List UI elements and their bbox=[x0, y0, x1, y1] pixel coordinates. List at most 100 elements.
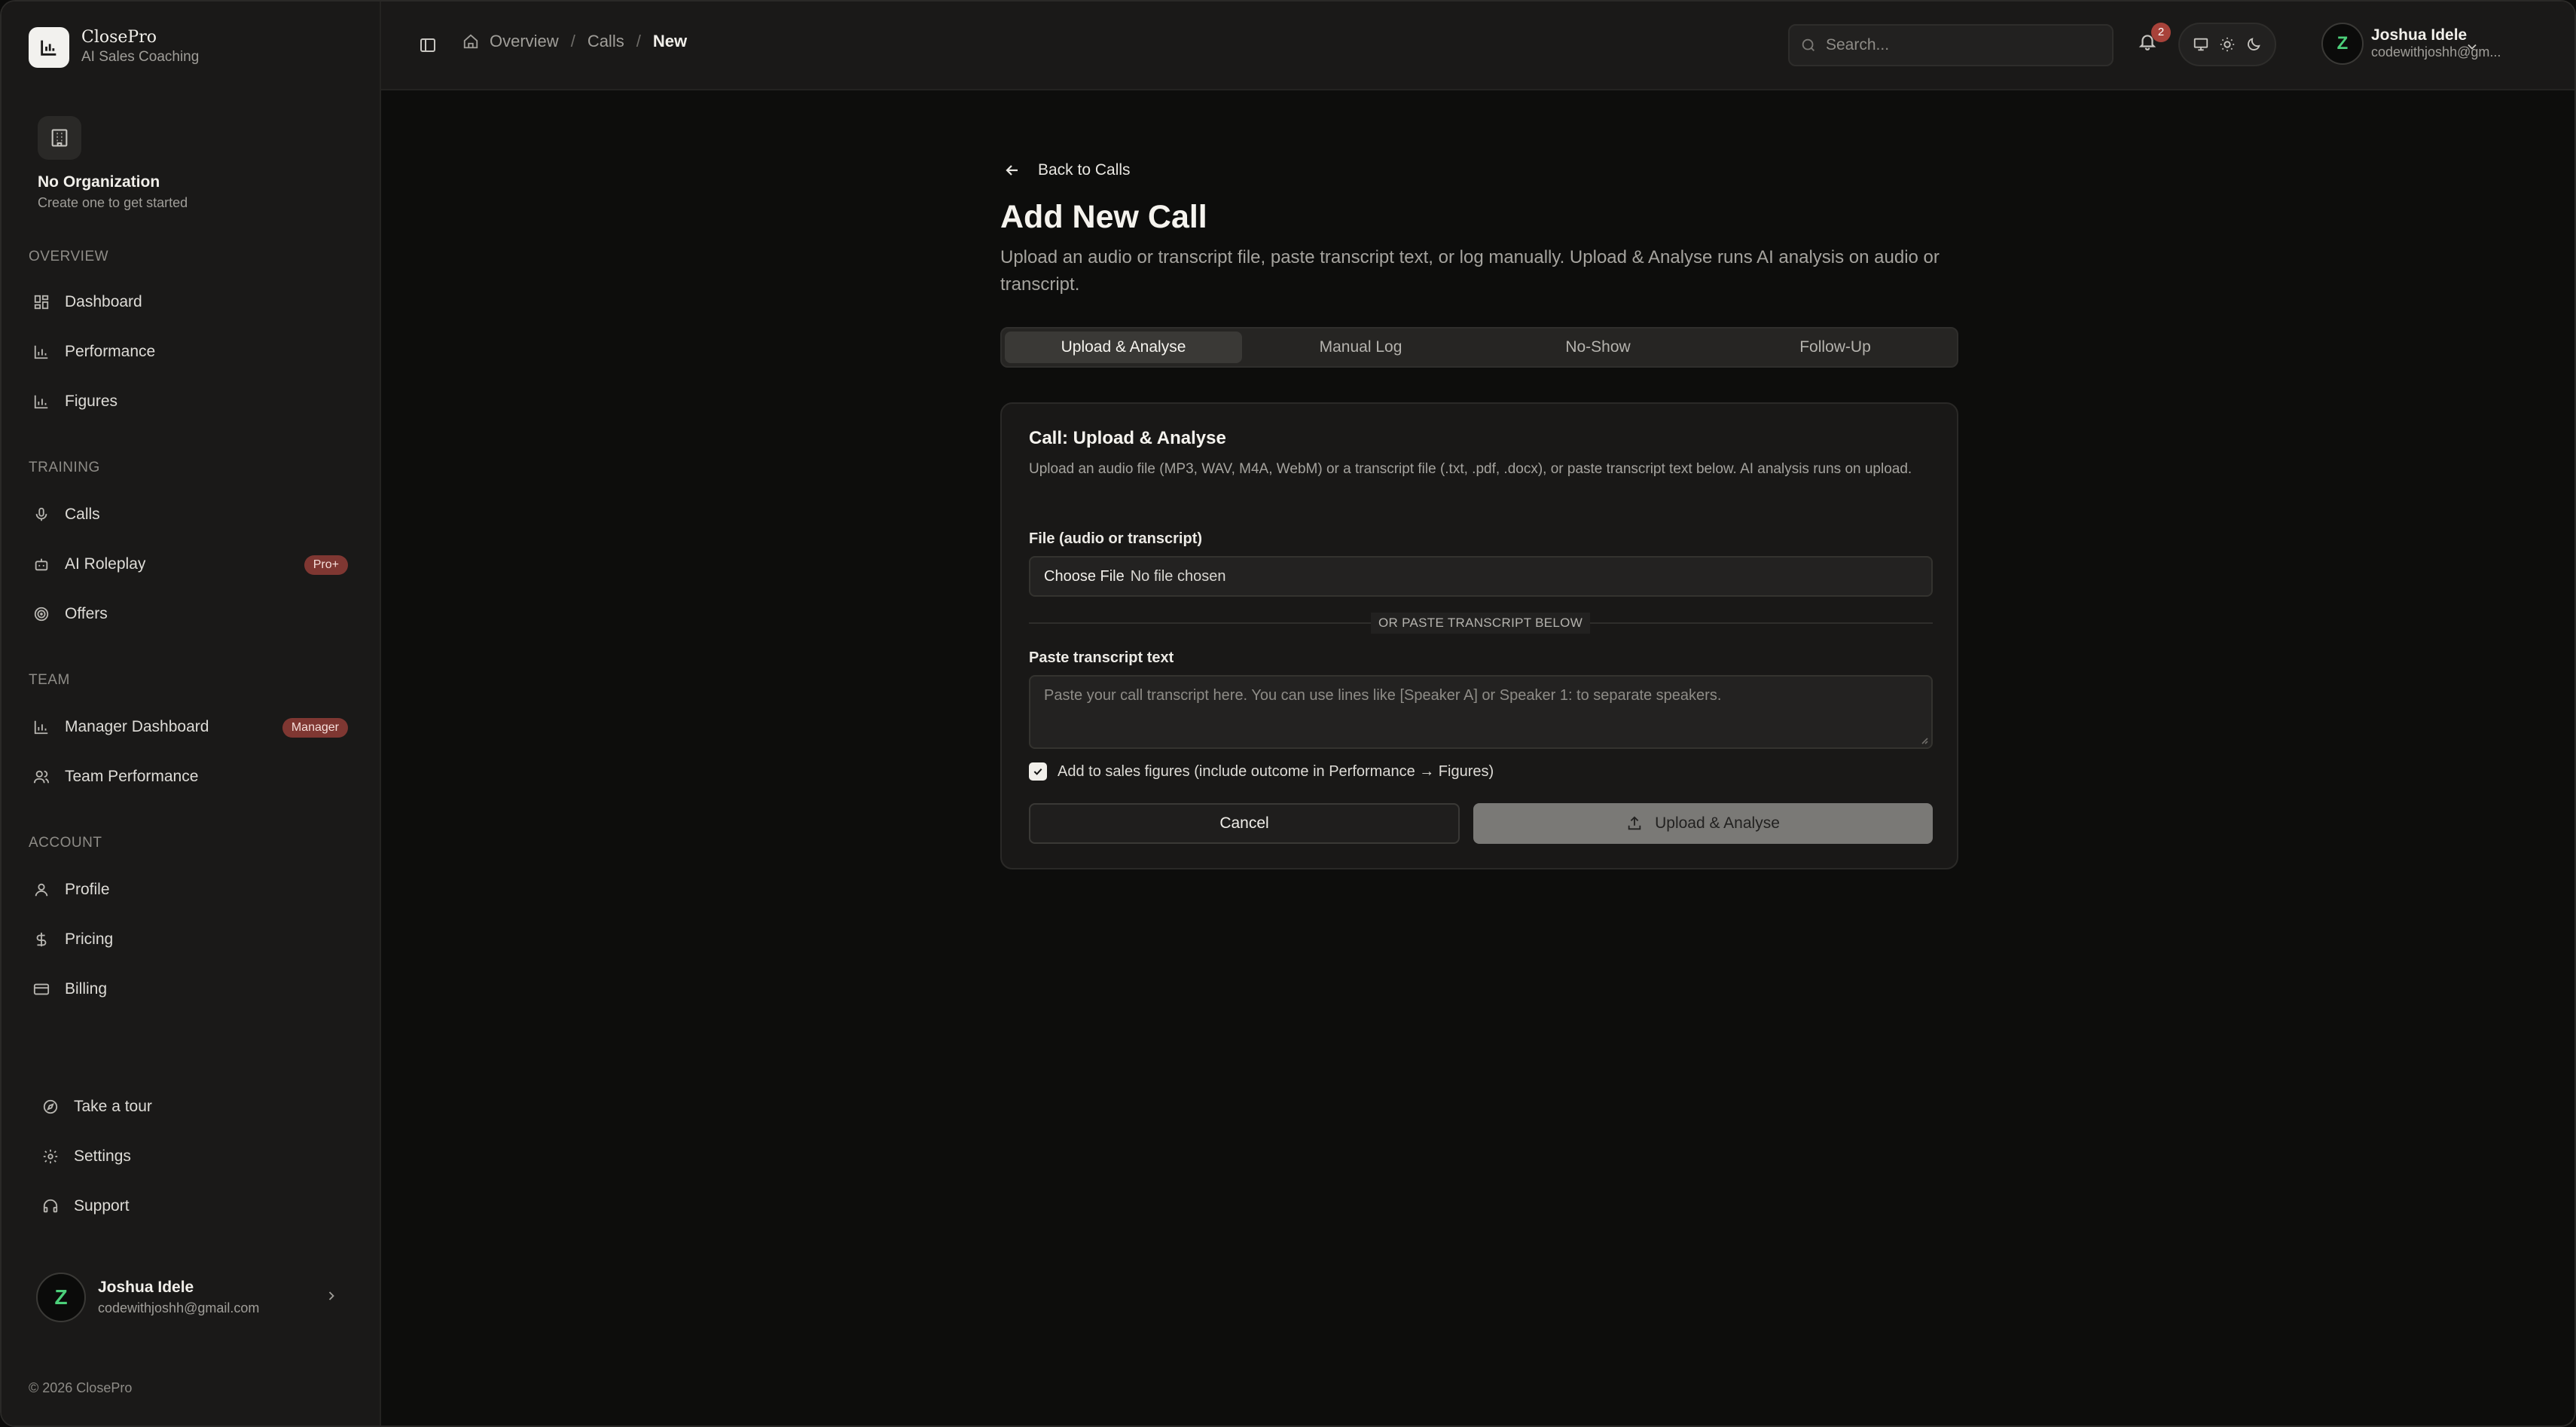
sidebar-item-label: Profile bbox=[65, 881, 110, 898]
moon-icon[interactable] bbox=[2245, 36, 2262, 53]
tab-manual-log[interactable]: Manual Log bbox=[1242, 332, 1479, 363]
breadcrumb-current: New bbox=[652, 32, 688, 50]
choose-file-button[interactable]: Choose File bbox=[1044, 568, 1125, 585]
user-name: Joshua Idele bbox=[98, 1279, 194, 1296]
breadcrumb-calls[interactable]: Calls bbox=[588, 32, 624, 51]
upload-icon bbox=[1628, 816, 1641, 830]
back-label: Back to Calls bbox=[1038, 161, 1131, 179]
users-icon bbox=[33, 770, 50, 784]
monitor-icon[interactable] bbox=[2193, 36, 2209, 53]
sun-icon[interactable] bbox=[2219, 36, 2236, 53]
compass-icon bbox=[43, 1099, 58, 1114]
file-label: File (audio or transcript) bbox=[1029, 530, 1203, 547]
sidebar-item-performance[interactable]: Performance bbox=[29, 332, 354, 371]
sidebar-item-label: Calls bbox=[65, 506, 100, 523]
upload-label: Upload & Analyse bbox=[1655, 814, 1780, 832]
breadcrumb-overview[interactable]: Overview bbox=[490, 32, 559, 51]
avatar: Z bbox=[2321, 23, 2364, 65]
search-input[interactable]: Search... bbox=[1788, 24, 2114, 66]
tab-no-show[interactable]: No-Show bbox=[1479, 332, 1717, 363]
notification-count-badge: 2 bbox=[2151, 23, 2171, 42]
brand[interactable]: ClosePro AI Sales Coaching bbox=[29, 27, 199, 68]
organization-subtitle: Create one to get started bbox=[38, 195, 188, 210]
sidebar-item-settings[interactable]: Settings bbox=[38, 1137, 131, 1176]
breadcrumb-separator: / bbox=[570, 32, 575, 50]
user-icon bbox=[35, 883, 48, 897]
add-to-figures-checkbox[interactable] bbox=[1029, 762, 1047, 781]
add-to-figures-checkbox-row[interactable]: Add to sales figures (include outcome in… bbox=[1029, 762, 1494, 781]
chevron-right-icon bbox=[328, 1291, 334, 1300]
organization-switcher[interactable]: No Organization Create one to get starte… bbox=[38, 116, 188, 212]
brand-logo-icon bbox=[29, 27, 69, 68]
sidebar-item-label: Figures bbox=[65, 393, 118, 410]
sidebar-item-manager-dashboard[interactable]: Manager Dashboard Manager bbox=[29, 707, 354, 747]
sidebar-item-pricing[interactable]: Pricing bbox=[29, 920, 354, 959]
sidebar-item-label: Billing bbox=[65, 980, 108, 998]
divider-text: OR PASTE TRANSCRIPT BELOW bbox=[1371, 613, 1591, 634]
back-to-calls-link[interactable]: Back to Calls bbox=[1003, 161, 1131, 179]
theme-switcher bbox=[2178, 23, 2276, 66]
notifications-button[interactable]: 2 bbox=[2138, 23, 2171, 55]
sidebar-item-billing[interactable]: Billing bbox=[29, 970, 354, 1009]
sidebar-item-label: Support bbox=[74, 1197, 130, 1215]
home-icon bbox=[463, 34, 478, 49]
chevron-down-icon[interactable] bbox=[2465, 39, 2480, 54]
arrow-left-icon bbox=[1006, 165, 1018, 176]
tab-follow-up[interactable]: Follow-Up bbox=[1717, 332, 1954, 363]
sidebar-item-team-performance[interactable]: Team Performance bbox=[29, 757, 354, 796]
sidebar-item-support[interactable]: Support bbox=[38, 1187, 130, 1226]
brand-subtitle: AI Sales Coaching bbox=[81, 49, 200, 65]
upload-card: Call: Upload & Analyse Upload an audio f… bbox=[1000, 402, 1958, 869]
credit-card-icon bbox=[33, 983, 50, 995]
avatar: Z bbox=[36, 1273, 86, 1322]
manager-badge: Manager bbox=[282, 718, 348, 738]
bar-chart-icon bbox=[34, 345, 48, 359]
search-placeholder: Search... bbox=[1826, 36, 1890, 53]
file-value: No file chosen bbox=[1130, 567, 1226, 585]
sidebar-item-label: Settings bbox=[74, 1147, 131, 1165]
card-description: Upload an audio file (MP3, WAV, M4A, Web… bbox=[1029, 461, 1912, 477]
check-icon bbox=[1033, 768, 1042, 775]
card-title: Call: Upload & Analyse bbox=[1029, 428, 1226, 448]
upload-analyse-button[interactable]: Upload & Analyse bbox=[1473, 803, 1933, 844]
sidebar-item-label: Dashboard bbox=[65, 293, 142, 310]
sidebar-item-offers[interactable]: Offers bbox=[29, 594, 354, 634]
bar-chart-icon bbox=[34, 720, 48, 735]
breadcrumb-separator: / bbox=[636, 32, 641, 50]
transcript-textarea[interactable]: Paste your call transcript here. You can… bbox=[1029, 675, 1933, 749]
checkbox-label: Add to sales figures (include outcome in… bbox=[1058, 762, 1494, 780]
dollar-icon bbox=[36, 932, 47, 947]
cancel-button[interactable]: Cancel bbox=[1029, 803, 1460, 844]
building-icon bbox=[38, 116, 81, 160]
resize-grip-icon[interactable] bbox=[1919, 735, 1928, 744]
target-icon bbox=[34, 607, 49, 622]
file-input[interactable]: Choose File No file chosen bbox=[1029, 556, 1933, 597]
sidebar-item-dashboard[interactable]: Dashboard bbox=[29, 283, 354, 322]
top-header: Overview / Calls / New Search... 2 Z Jos… bbox=[381, 2, 2574, 90]
user-email: codewithjoshh@gmail.com bbox=[98, 1300, 260, 1315]
sidebar-item-profile[interactable]: Profile bbox=[29, 870, 354, 909]
breadcrumb: Overview / Calls / New bbox=[462, 32, 687, 51]
page-title: Add New Call bbox=[1000, 199, 1207, 235]
pro-plus-badge: Pro+ bbox=[304, 555, 348, 575]
sidebar-item-ai-roleplay[interactable]: AI Roleplay Pro+ bbox=[29, 545, 354, 584]
brand-name: ClosePro bbox=[81, 28, 157, 47]
organization-title: No Organization bbox=[38, 173, 160, 191]
sidebar-item-figures[interactable]: Figures bbox=[29, 382, 354, 421]
transcript-placeholder: Paste your call transcript here. You can… bbox=[1044, 687, 1722, 704]
page-description: Upload an audio or transcript file, past… bbox=[1000, 247, 1940, 295]
sidebar-item-label: Team Performance bbox=[65, 768, 199, 785]
sidebar-item-take-a-tour[interactable]: Take a tour bbox=[38, 1087, 152, 1126]
sidebar-user-card[interactable]: Z Joshua Idele codewithjoshh@gmail.com bbox=[29, 1267, 354, 1328]
sidebar-item-label: Offers bbox=[65, 605, 108, 622]
headset-icon bbox=[43, 1199, 58, 1213]
header-user-email: codewithjoshh@gm... bbox=[2371, 44, 2501, 60]
dashboard-icon bbox=[34, 295, 49, 310]
section-label-overview: OVERVIEW bbox=[29, 249, 109, 264]
sidebar-item-label: Take a tour bbox=[74, 1098, 152, 1115]
tab-upload-analyse[interactable]: Upload & Analyse bbox=[1005, 332, 1242, 363]
microphone-icon bbox=[35, 507, 47, 521]
sidebar: ClosePro AI Sales Coaching No Organizati… bbox=[2, 2, 381, 1425]
sidebar-item-calls[interactable]: Calls bbox=[29, 495, 354, 534]
sidebar-toggle-icon[interactable] bbox=[419, 36, 437, 54]
